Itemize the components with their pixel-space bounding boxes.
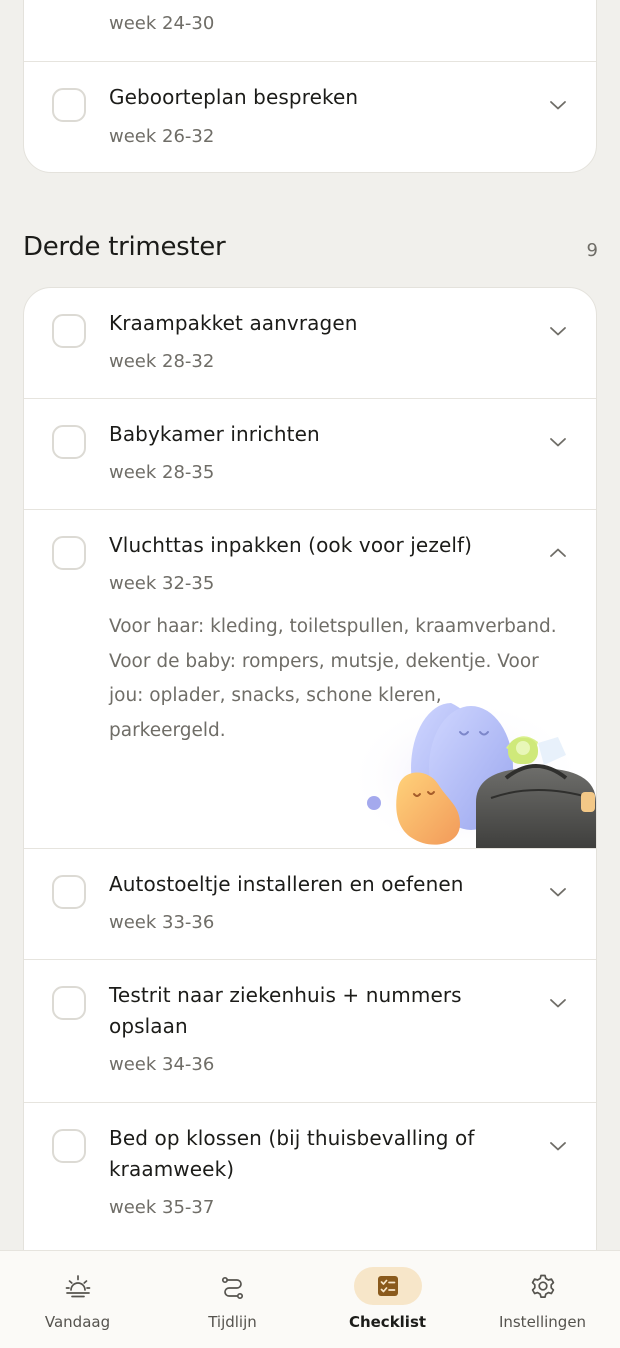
sunrise-icon bbox=[44, 1267, 112, 1305]
checkbox[interactable] bbox=[52, 425, 86, 459]
item-title: Vluchttas inpakken (ook voor jezelf) bbox=[109, 533, 473, 557]
item-week: week 34-36 bbox=[109, 1054, 215, 1075]
item-title: Kraampakket aanvragen bbox=[109, 311, 358, 335]
list-item[interactable]: Testrit naar ziekenhuis + nummers opslaa… bbox=[24, 960, 596, 1103]
item-week: week 28-35 bbox=[109, 462, 215, 483]
item-week: week 35-37 bbox=[109, 1197, 215, 1218]
section-title: Derde trimester bbox=[23, 232, 226, 262]
nav-item-tijdlijn[interactable]: Tijdlijn bbox=[155, 1251, 310, 1348]
item-week: week 24-30 bbox=[109, 13, 215, 34]
checkbox[interactable] bbox=[52, 88, 86, 122]
list-item[interactable]: Autostoeltje installeren en oefenen week… bbox=[24, 849, 596, 960]
gear-icon bbox=[509, 1267, 577, 1305]
nav-item-vandaag[interactable]: Vandaag bbox=[0, 1251, 155, 1348]
app-screen: week 24-30 Geboorteplan bespreken week 2… bbox=[0, 0, 620, 1348]
nav-label: Vandaag bbox=[44, 1313, 111, 1331]
item-week: week 33-36 bbox=[109, 912, 215, 933]
chevron-down-icon[interactable] bbox=[546, 319, 570, 343]
item-title: Autostoeltje installeren en oefenen bbox=[109, 872, 464, 896]
nav-label: Instellingen bbox=[498, 1313, 587, 1331]
checkbox[interactable] bbox=[52, 875, 86, 909]
nav-item-instellingen[interactable]: Instellingen bbox=[465, 1251, 620, 1348]
checkbox[interactable] bbox=[52, 314, 86, 348]
list-item[interactable]: Bed op klossen (bij thuisbevalling of kr… bbox=[24, 1103, 596, 1246]
checkbox[interactable] bbox=[52, 1129, 86, 1163]
chevron-up-icon[interactable] bbox=[546, 541, 570, 565]
chevron-down-icon[interactable] bbox=[546, 991, 570, 1015]
chevron-down-icon[interactable] bbox=[546, 430, 570, 454]
item-title: Bed op klossen (bij thuisbevalling of kr… bbox=[109, 1126, 475, 1181]
item-title: Testrit naar ziekenhuis + nummers opslaa… bbox=[109, 983, 462, 1038]
nav-label: Tijdlijn bbox=[208, 1313, 257, 1331]
nav-label: Checklist bbox=[348, 1313, 427, 1331]
item-title: Babykamer inrichten bbox=[109, 422, 320, 446]
previous-section-card: week 24-30 Geboorteplan bespreken week 2… bbox=[23, 0, 597, 173]
item-title: Geboorteplan bespreken bbox=[109, 85, 359, 109]
nav-item-checklist[interactable]: Checklist bbox=[310, 1251, 465, 1348]
list-item[interactable]: Babykamer inrichten week 28-35 bbox=[24, 399, 596, 510]
item-week: week 28-32 bbox=[109, 351, 215, 372]
checkbox[interactable] bbox=[52, 536, 86, 570]
list-item[interactable]: week 24-30 bbox=[24, 0, 596, 62]
checklist-icon bbox=[353, 1267, 422, 1305]
checkbox[interactable] bbox=[52, 986, 86, 1020]
bottom-navigation: Vandaag Tijdlijn Checklist Instellingen bbox=[0, 1250, 620, 1348]
section-count: 9 bbox=[586, 240, 598, 261]
chevron-down-icon[interactable] bbox=[546, 1134, 570, 1158]
chevron-down-icon[interactable] bbox=[546, 93, 570, 117]
path-icon bbox=[199, 1267, 267, 1305]
chevron-down-icon[interactable] bbox=[546, 880, 570, 904]
item-week: week 26-32 bbox=[109, 126, 215, 147]
item-week: week 32-35 bbox=[109, 573, 215, 594]
list-item-expanded[interactable]: Vluchttas inpakken (ook voor jezelf) wee… bbox=[24, 510, 596, 858]
item-description: Voor haar: kleding, toiletspullen, kraam… bbox=[109, 616, 557, 741]
list-item[interactable]: Kraampakket aanvragen week 28-32 bbox=[24, 288, 596, 399]
checklist-card: Kraampakket aanvragen week 28-32 Babykam… bbox=[23, 287, 597, 1327]
list-item[interactable]: Geboorteplan bespreken week 26-32 bbox=[24, 62, 596, 172]
